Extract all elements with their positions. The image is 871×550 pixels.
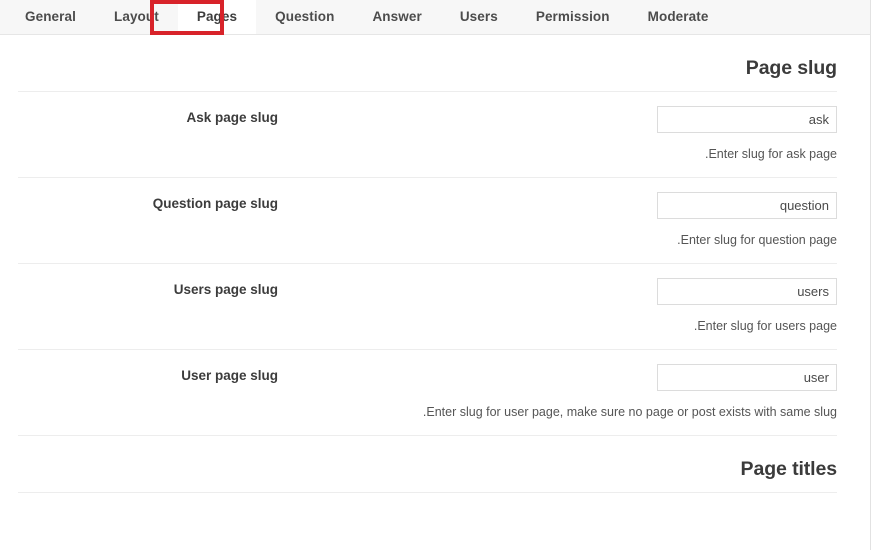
control-user-page-slug: .Enter slug for user page, make sure no …	[298, 364, 837, 419]
description-users-page-slug: .Enter slug for users page	[693, 319, 837, 333]
label-ask-page-slug: Ask page slug	[186, 110, 278, 125]
settings-tab-bar: General Layout Pages Question Answer Use…	[0, 0, 870, 35]
section-heading-page-slug: Page slug	[18, 35, 837, 92]
label-users-page-slug: Users page slug	[173, 282, 278, 297]
field-row-user-page-slug: User page slug .Enter slug for user page…	[18, 350, 837, 436]
settings-content: Page slug Ask page slug .Enter slug for …	[0, 35, 870, 493]
input-user-page-slug[interactable]	[657, 364, 837, 391]
settings-screen: General Layout Pages Question Answer Use…	[0, 0, 871, 550]
description-ask-page-slug: .Enter slug for ask page	[704, 147, 837, 161]
tab-users[interactable]: Users	[441, 0, 517, 34]
input-users-page-slug[interactable]	[657, 278, 837, 305]
control-ask-page-slug: .Enter slug for ask page	[298, 106, 837, 161]
tab-pages[interactable]: Pages	[177, 0, 257, 34]
tab-question[interactable]: Question	[256, 0, 353, 34]
label-question-page-slug: Question page slug	[152, 196, 278, 211]
tab-moderate[interactable]: Moderate	[629, 0, 728, 34]
tab-general[interactable]: General	[6, 0, 95, 34]
input-question-page-slug[interactable]	[657, 192, 837, 219]
tab-layout[interactable]: Layout	[95, 0, 178, 34]
control-question-page-slug: .Enter slug for question page	[298, 192, 837, 247]
section-heading-page-titles: Page titles	[18, 436, 837, 493]
control-users-page-slug: .Enter slug for users page	[298, 278, 837, 333]
field-row-ask-page-slug: Ask page slug .Enter slug for ask page	[18, 92, 837, 178]
tab-permission[interactable]: Permission	[517, 0, 629, 34]
field-row-users-page-slug: Users page slug .Enter slug for users pa…	[18, 264, 837, 350]
description-user-page-slug: .Enter slug for user page, make sure no …	[422, 405, 837, 419]
description-question-page-slug: .Enter slug for question page	[677, 233, 837, 247]
tab-answer[interactable]: Answer	[353, 0, 440, 34]
input-ask-page-slug[interactable]	[657, 106, 837, 133]
label-user-page-slug: User page slug	[181, 368, 278, 383]
field-row-question-page-slug: Question page slug .Enter slug for quest…	[18, 178, 837, 264]
